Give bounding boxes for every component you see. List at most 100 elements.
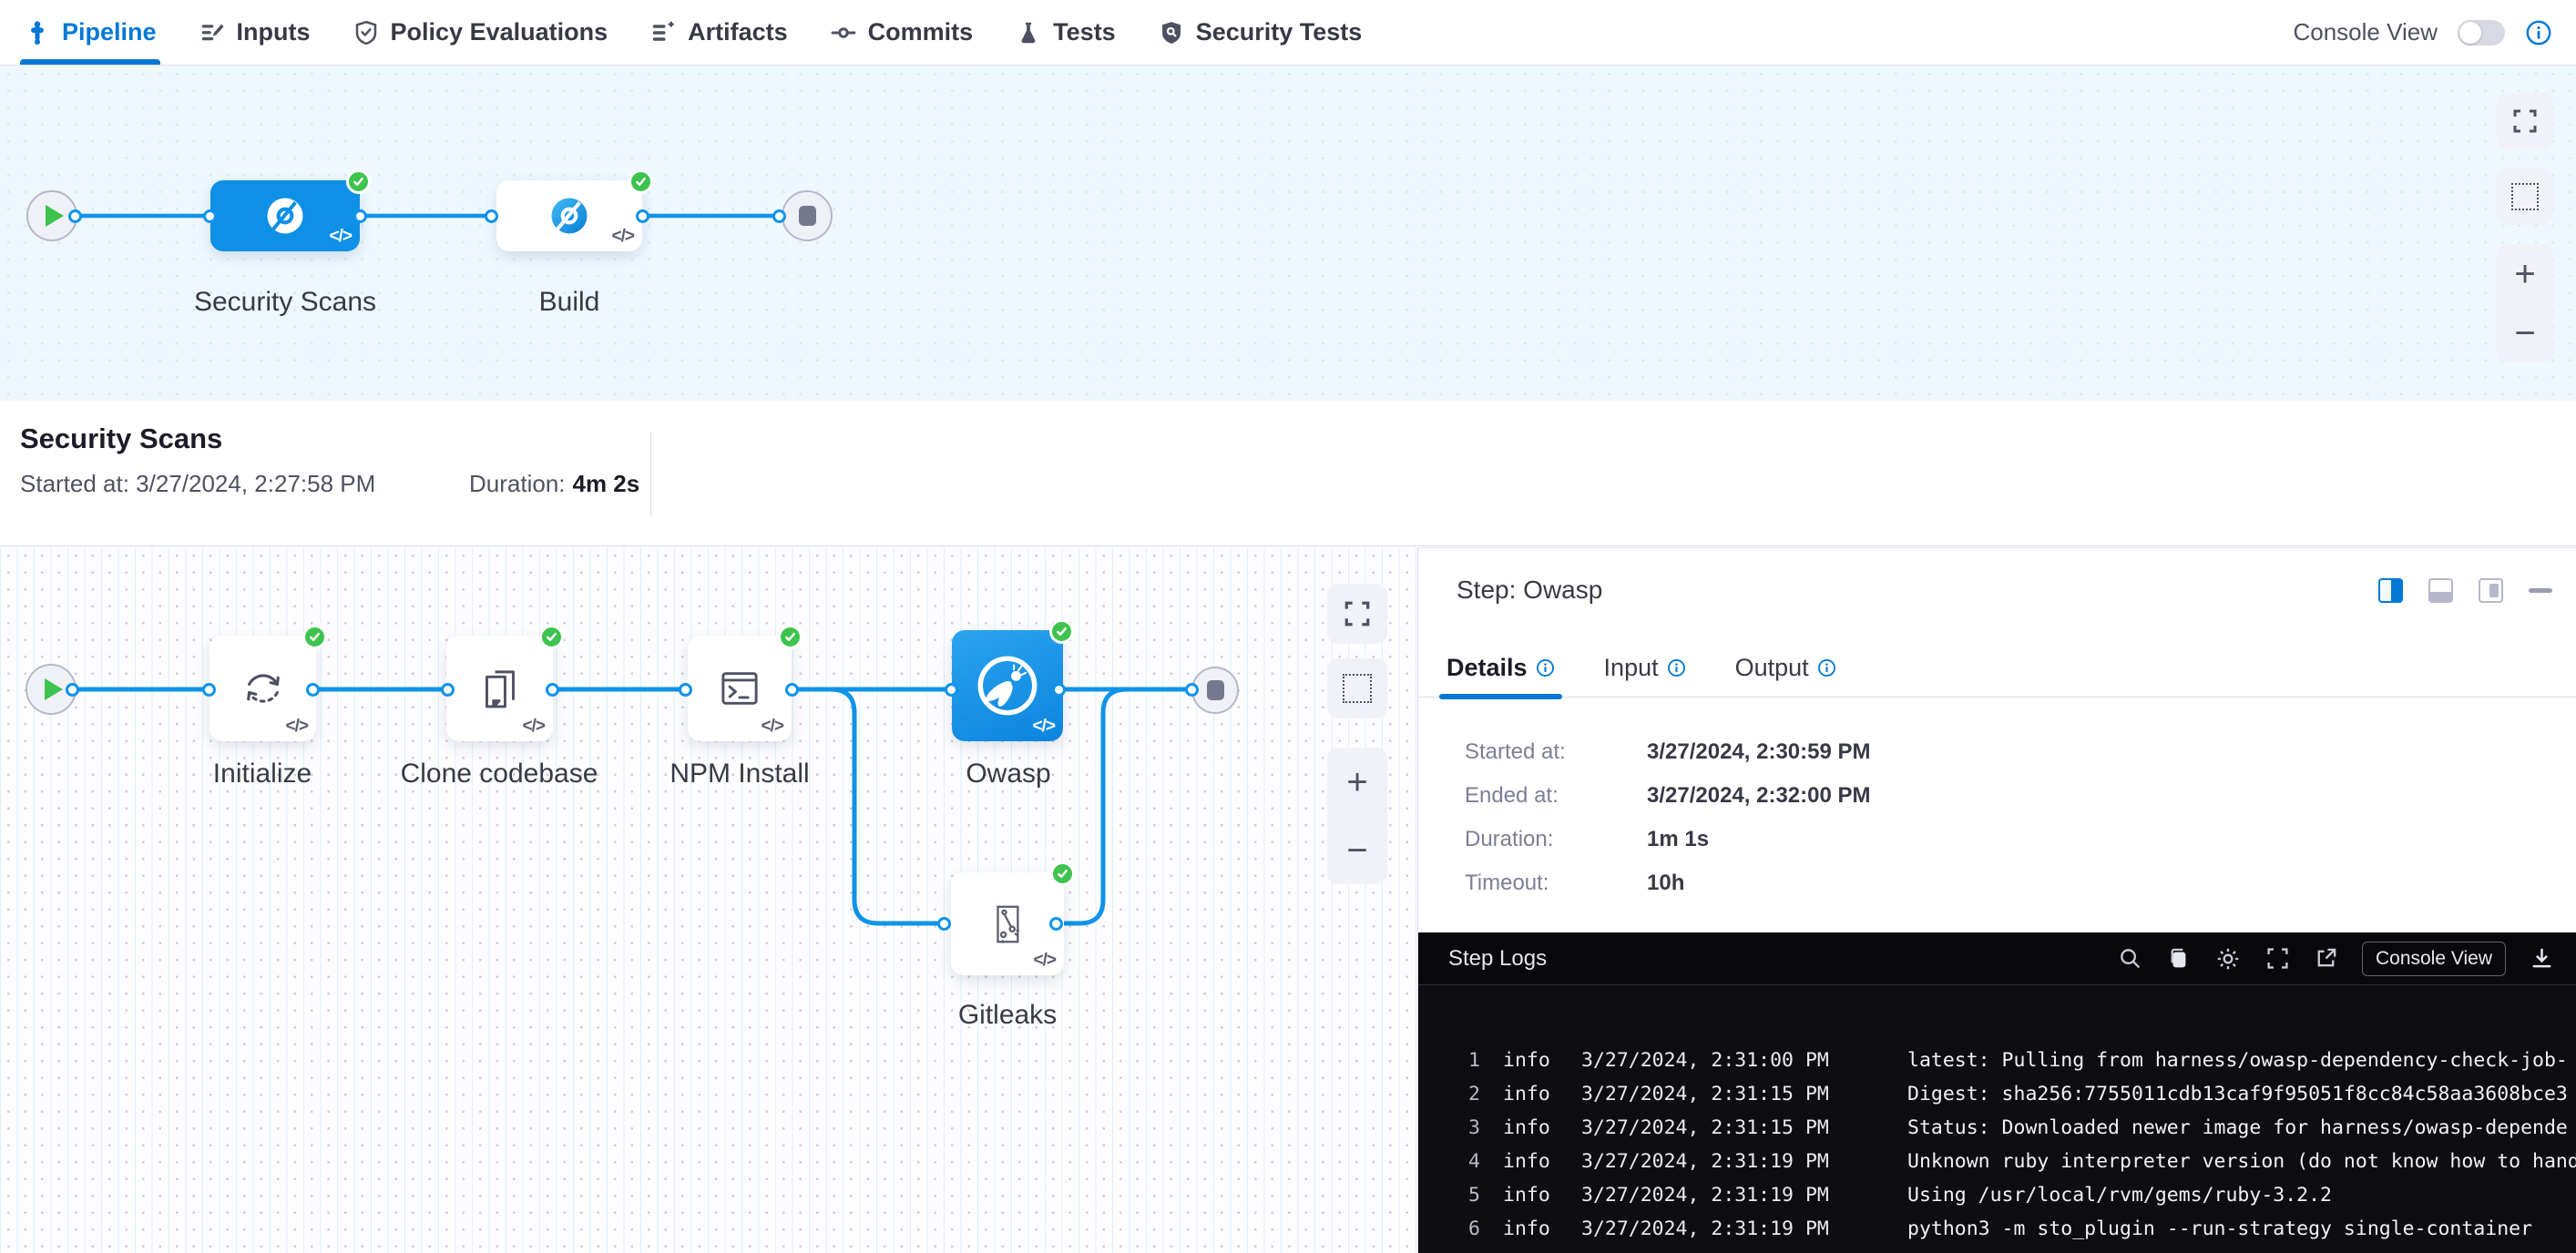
tab-pipeline[interactable]: Pipeline	[24, 0, 157, 65]
step-node-owasp[interactable]: </>	[952, 630, 1063, 741]
layout-split-bottom-icon[interactable]	[2428, 578, 2453, 603]
detail-label: Timeout:	[1465, 871, 1647, 896]
fullscreen-icon[interactable]	[2265, 946, 2290, 971]
log-line-number: 6	[1418, 1217, 1480, 1240]
step-node-initialize[interactable]: </>	[210, 636, 316, 741]
connector-port[interactable]	[546, 683, 559, 697]
search-icon[interactable]	[2118, 946, 2142, 971]
layout-split-right-icon[interactable]	[2378, 578, 2403, 603]
log-level: info	[1503, 1150, 1550, 1173]
connector-port[interactable]	[772, 209, 786, 223]
download-icon[interactable]	[2530, 946, 2554, 971]
stop-icon	[799, 206, 816, 226]
log-timestamp: 3/27/2024, 2:31:19 PM	[1581, 1217, 1829, 1240]
connector-port[interactable]	[306, 683, 320, 697]
connector-port[interactable]	[202, 683, 216, 697]
panel-title: Step: Owasp	[1457, 576, 1602, 605]
step-node-npm-install[interactable]: </>	[688, 636, 792, 741]
stage-node-build[interactable]: </>	[496, 180, 642, 251]
step-label[interactable]: NPM Install	[670, 759, 809, 789]
connector-port[interactable]	[937, 917, 951, 931]
console-view-toggle[interactable]	[2458, 20, 2505, 46]
zoom-out-icon[interactable]: −	[2514, 315, 2535, 351]
tab-output[interactable]: Output	[1732, 654, 1840, 697]
tab-tests[interactable]: Tests	[1015, 0, 1116, 65]
success-badge	[302, 625, 327, 649]
marquee-select-button[interactable]	[1327, 658, 1387, 718]
tab-label: Tests	[1053, 18, 1116, 46]
stage-info-title: Security Scans	[20, 423, 222, 455]
stage-node-security-scans[interactable]: </>	[210, 180, 360, 251]
duration-label: Duration:	[469, 470, 566, 497]
step-logs-body[interactable]: 1info3/27/2024, 2:31:00 PMlatest: Pullin…	[1418, 985, 2576, 1246]
open-in-new-icon[interactable]	[2314, 946, 2338, 971]
step-node-gitleaks[interactable]: </>	[951, 872, 1064, 975]
tab-commits[interactable]: Commits	[830, 0, 974, 65]
log-line-number: 3	[1418, 1116, 1480, 1139]
policy-shield-icon	[353, 19, 380, 46]
fullscreen-button[interactable]	[1327, 584, 1387, 644]
stage-graph-canvas[interactable]: </> Security Scans </> Build + −	[0, 66, 2576, 401]
info-icon[interactable]	[2525, 19, 2552, 46]
log-timestamp: 3/27/2024, 2:31:19 PM	[1581, 1184, 1829, 1207]
connector-port[interactable]	[945, 683, 958, 697]
log-line: 3info3/27/2024, 2:31:15 PMStatus: Downlo…	[1418, 1111, 2576, 1145]
stage-started-at: Started at: 3/27/2024, 2:27:58 PM	[20, 470, 375, 498]
step-label[interactable]: Initialize	[213, 759, 312, 789]
log-line: 1info3/27/2024, 2:31:00 PMlatest: Pullin…	[1418, 1044, 2576, 1077]
initialize-icon	[237, 662, 290, 715]
toggle-knob	[2459, 22, 2481, 44]
tab-label: Details	[1446, 654, 1528, 682]
connector-port[interactable]	[68, 209, 82, 223]
marquee-select-button[interactable]	[2497, 168, 2553, 225]
connector-port[interactable]	[353, 209, 367, 223]
tab-label: Output	[1735, 654, 1809, 682]
step-label[interactable]: Gitleaks	[958, 1000, 1057, 1031]
tab-artifacts[interactable]: Artifacts	[649, 0, 788, 65]
detail-row: Started at: 3/27/2024, 2:30:59 PM	[1465, 739, 2576, 765]
panel-tabs: Details Input Output	[1418, 605, 2576, 698]
zoom-out-icon[interactable]: −	[1346, 832, 1367, 869]
settings-gear-icon[interactable]	[2214, 945, 2242, 973]
connector-port[interactable]	[636, 209, 649, 223]
zoom-in-icon[interactable]: +	[2514, 256, 2535, 292]
stage-label[interactable]: Security Scans	[194, 287, 376, 318]
step-label[interactable]: Owasp	[966, 759, 1050, 789]
tab-inputs[interactable]: Inputs	[199, 0, 311, 65]
connector-port[interactable]	[1185, 683, 1199, 697]
zoom-in-icon[interactable]: +	[1346, 764, 1367, 800]
fullscreen-button[interactable]	[2497, 93, 2553, 149]
detail-value: 10h	[1647, 871, 1684, 896]
step-details-list: Started at: 3/27/2024, 2:30:59 PM Ended …	[1418, 698, 2576, 896]
tab-security-tests[interactable]: Security Tests	[1158, 0, 1363, 65]
tab-details[interactable]: Details	[1443, 654, 1559, 697]
terminal-icon	[713, 662, 766, 715]
step-label[interactable]: Clone codebase	[401, 759, 598, 789]
step-node-clone-codebase[interactable]: </>	[446, 636, 553, 741]
connector-port[interactable]	[203, 209, 217, 223]
owasp-wasp-icon	[973, 651, 1042, 720]
tab-policy-evaluations[interactable]: Policy Evaluations	[353, 0, 608, 65]
layout-floating-icon[interactable]	[2479, 578, 2503, 603]
log-message: python3 -m sto_plugin --run-strategy sin…	[1907, 1217, 2576, 1240]
console-view-log-button[interactable]: Console View	[2362, 942, 2506, 976]
connector-port[interactable]	[679, 683, 692, 697]
nav-right: Console View	[2293, 18, 2552, 46]
console-view-label: Console View	[2293, 18, 2438, 46]
marquee-select-icon	[2511, 183, 2539, 210]
connector-port[interactable]	[66, 683, 79, 697]
connector-port[interactable]	[785, 683, 799, 697]
gitleaks-icon	[982, 899, 1033, 950]
play-icon	[45, 678, 63, 700]
connector-port[interactable]	[1052, 683, 1066, 697]
connector-port[interactable]	[441, 683, 455, 697]
connector-port[interactable]	[1049, 917, 1063, 931]
step-graph-canvas[interactable]: </> Initialize </> Clone codebase </>	[0, 547, 1418, 1253]
stage-label[interactable]: Build	[539, 287, 600, 318]
step-logs-panel: Step Logs Console View 1info3/27/2024, 2…	[1418, 932, 2576, 1253]
connector-port[interactable]	[485, 209, 498, 223]
tab-input[interactable]: Input	[1600, 654, 1690, 697]
copy-icon[interactable]	[2166, 946, 2191, 971]
stage-end-node[interactable]	[782, 190, 833, 241]
minimize-panel-button[interactable]	[2529, 588, 2552, 593]
